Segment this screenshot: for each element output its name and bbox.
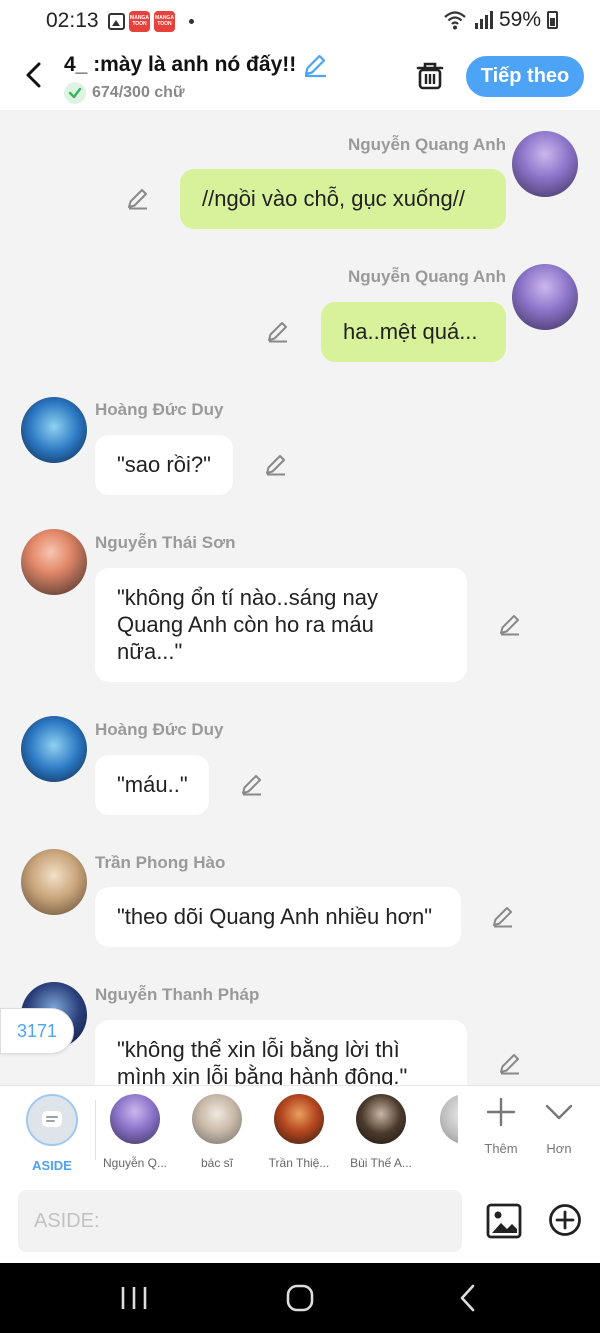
episode-title-block: 4_ :mày là anh nó đấy!! 674/300 chữ [64, 52, 328, 104]
message-bubble[interactable]: "sao rồi?" [95, 435, 233, 495]
avatar[interactable] [21, 397, 87, 463]
edit-pencil-icon[interactable] [126, 186, 150, 210]
speaker-name: Hoàng Đức Duy [95, 720, 224, 739]
speaker-name: Nguyễn Quang Anh [347, 267, 506, 286]
message-bubble[interactable]: //ngồi vào chỗ, gục xuống// [180, 169, 506, 229]
battery-icon [547, 11, 558, 29]
message-bubble[interactable]: ha..mệt quá... [321, 302, 506, 362]
avatar[interactable] [21, 716, 87, 782]
status-notification-icons: MANGA TOON MANGA TOON [108, 11, 194, 32]
character-name: Nguyễn Q... [102, 1156, 168, 1170]
avatar[interactable] [512, 264, 578, 330]
message-bubble[interactable]: "không thể xin lỗi bằng lời thì mình xin… [95, 1020, 467, 1085]
edit-pencil-icon[interactable] [498, 1051, 522, 1075]
edit-pencil-icon[interactable] [264, 452, 288, 476]
status-bar: 02:13 MANGA TOON MANGA TOON 59% [0, 0, 600, 44]
add-character-button[interactable]: Thêm [471, 1096, 531, 1156]
aside-chat-icon [42, 1111, 62, 1127]
character-item[interactable]: Bùi Thế A... [341, 1094, 421, 1170]
image-icon[interactable] [486, 1203, 522, 1239]
back-arrow-icon[interactable] [20, 60, 50, 90]
expand-characters-button[interactable]: Hơn [529, 1096, 589, 1156]
editor-header: 4_ :mày là anh nó đấy!! 674/300 chữ Tiếp… [0, 44, 600, 110]
expand-label: Hơn [546, 1141, 572, 1156]
recent-apps-icon[interactable] [117, 1283, 151, 1313]
mangatoon-notification-icon: MANGA TOON [129, 11, 150, 32]
speaker-name: Hoàng Đức Duy [95, 400, 224, 419]
add-label: Thêm [484, 1141, 518, 1156]
message-bubble[interactable]: "máu.." [95, 755, 209, 815]
avatar[interactable] [512, 131, 578, 197]
character-item-partial[interactable] [420, 1094, 458, 1144]
avatar[interactable] [21, 529, 87, 595]
character-name: Bùi Thế A... [350, 1156, 412, 1170]
speaker-name: Nguyễn Thanh Pháp [95, 985, 260, 1004]
edit-pencil-icon[interactable] [302, 52, 328, 78]
speaker-name: Nguyễn Quang Anh [347, 135, 506, 154]
character-item[interactable]: Nguyễn Q... [95, 1094, 175, 1170]
trash-icon[interactable] [414, 60, 446, 92]
battery-percent: 59% [498, 8, 541, 31]
wifi-icon [444, 11, 466, 30]
avatar[interactable] [21, 849, 87, 915]
gallery-notification-icon [108, 13, 125, 30]
chat-area[interactable]: Nguyễn Quang Anh //ngồi vào chỗ, gục xuố… [0, 110, 600, 1085]
status-time: 02:13 [46, 9, 99, 32]
mangatoon-notification-icon: MANGA TOON [154, 11, 175, 32]
back-nav-icon[interactable] [452, 1283, 486, 1313]
composer [0, 1179, 600, 1263]
avatar [192, 1094, 242, 1144]
character-aside[interactable]: ASIDE [12, 1094, 92, 1182]
status-system-icons: 59% [443, 8, 558, 32]
chevron-down-icon [545, 1104, 573, 1120]
avatar [110, 1094, 160, 1144]
system-nav-bar [0, 1263, 600, 1333]
add-circle-icon[interactable] [548, 1203, 582, 1237]
character-name: bác sĩ [200, 1156, 233, 1170]
message-bubble[interactable]: "không ổn tí nào..sáng nay Quang Anh còn… [95, 568, 467, 682]
home-icon[interactable] [283, 1283, 317, 1313]
aside-input[interactable] [18, 1190, 462, 1252]
speaker-name: Nguyễn Thái Sơn [95, 533, 236, 552]
more-notifications-dot [189, 19, 194, 24]
signal-icon [474, 11, 493, 29]
edit-pencil-icon[interactable] [266, 319, 290, 343]
avatar [274, 1094, 324, 1144]
edit-pencil-icon[interactable] [498, 612, 522, 636]
edit-pencil-icon[interactable] [240, 772, 264, 796]
message-bubble[interactable]: "theo dõi Quang Anh nhiều hơn" [95, 887, 461, 947]
character-name: Trần Thiệ... [268, 1156, 330, 1170]
avatar [356, 1094, 406, 1144]
speaker-name: Trần Phong Hào [95, 853, 226, 872]
check-icon [64, 82, 86, 104]
character-selector: ASIDE Nguyễn Q... bác sĩ Trần Thiệ... Bù… [0, 1085, 600, 1182]
word-count: 674/300 chữ [92, 84, 185, 101]
avatar [440, 1094, 458, 1144]
character-item[interactable]: Trần Thiệ... [259, 1094, 339, 1170]
plus-icon [486, 1097, 516, 1127]
edit-pencil-icon[interactable] [491, 904, 515, 928]
aside-avatar [26, 1094, 78, 1146]
counter-badge[interactable]: 3171 [0, 1008, 74, 1054]
next-button[interactable]: Tiếp theo [466, 56, 584, 97]
aside-label: ASIDE [32, 1158, 72, 1173]
character-item[interactable]: bác sĩ [177, 1094, 257, 1170]
episode-title: 4_ :mày là anh nó đấy!! [64, 53, 297, 76]
